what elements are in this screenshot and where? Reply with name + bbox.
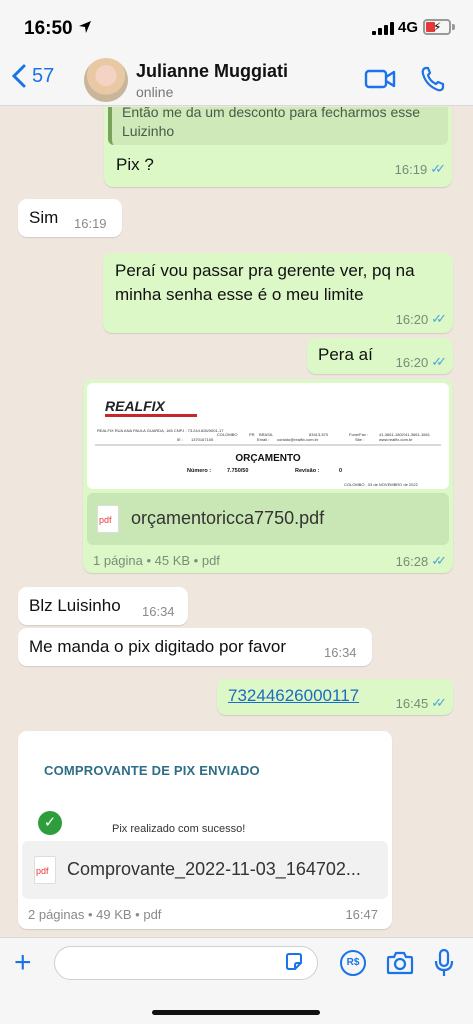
preview-ie: 1370167105 xyxy=(191,437,214,442)
video-call-icon[interactable] xyxy=(364,66,396,92)
preview-state: PR xyxy=(249,432,255,437)
message-time: 16:47 xyxy=(345,907,378,922)
pdf-preview[interactable]: REALFIX REALFIX RUA ANA PAULA GUARDA, 16… xyxy=(87,383,449,489)
message-time: 16:20 xyxy=(395,354,429,370)
message-bubble[interactable]: Então me da um desconto para fecharmos e… xyxy=(104,107,452,187)
preview-numero-label: Número : xyxy=(187,468,211,474)
message-time: 16:45 xyxy=(395,695,429,711)
microphone-icon[interactable] xyxy=(434,948,454,978)
message-bubble[interactable]: 73244626000117 16:45 ✓✓ xyxy=(217,679,453,715)
message-time: 16:34 xyxy=(142,604,175,619)
pdf-file-attachment[interactable]: pdf orçamentoricca7750.pdf xyxy=(87,493,449,545)
home-indicator xyxy=(152,1010,320,1015)
preview-email-label: Email : xyxy=(257,437,269,442)
preview-revisao-label: Revisão : xyxy=(295,468,320,474)
message-bubble[interactable]: Blz Luisinho 16:34 xyxy=(18,587,188,625)
checkmark-icon: ✓ xyxy=(38,811,62,835)
preview-site-label: Site : xyxy=(355,437,364,442)
contact-name[interactable]: Julianne Muggiati xyxy=(136,61,288,82)
sticker-icon[interactable] xyxy=(284,952,304,972)
receipt-success-text: Pix realizado com sucesso! xyxy=(112,823,246,835)
unread-count: 57 xyxy=(32,64,55,87)
message-text: Pix ? xyxy=(116,155,154,174)
status-bar: 16:50 4G ⚡ xyxy=(0,0,473,52)
battery-cap xyxy=(452,24,455,30)
battery-icon: ⚡ xyxy=(423,19,451,35)
pdf-message-bubble[interactable]: REALFIX REALFIX RUA ANA PAULA GUARDA, 16… xyxy=(83,379,453,573)
preview-ie-label: IE : xyxy=(177,437,183,442)
message-meta: 16:47 xyxy=(345,907,378,922)
payment-button[interactable]: R$ xyxy=(340,950,366,976)
message-time: 16:19 xyxy=(394,161,428,177)
message-bubble[interactable]: Pera aí 16:20 ✓✓ xyxy=(307,338,453,374)
message-meta: 16:20 ✓✓ xyxy=(395,311,447,327)
contact-status: online xyxy=(136,84,174,100)
preview-numero: 7.750/50 xyxy=(227,468,248,474)
back-button[interactable]: 57 xyxy=(12,64,54,88)
document-preview-image: REALFIX REALFIX RUA ANA PAULA GUARDA, 16… xyxy=(95,398,441,487)
pdf-file-attachment[interactable]: pdf Comprovante_2022-11-03_164702... xyxy=(22,841,388,899)
preview-email: contato@realfix.com.br xyxy=(277,437,319,442)
camera-icon[interactable] xyxy=(386,950,414,976)
message-time: 16:28 xyxy=(395,553,429,569)
message-text: Sim xyxy=(29,208,59,227)
phone-call-icon[interactable] xyxy=(420,65,446,93)
file-name: orçamentoricca7750.pdf xyxy=(131,508,325,528)
message-text: Me manda o pix digitado por favor xyxy=(29,637,287,656)
chat-header: 57 Julianne Muggiati online xyxy=(0,52,473,106)
pdf-preview[interactable]: COMPROVANTE DE PIX ENVIADO ✓ Pix realiza… xyxy=(22,735,388,839)
message-meta: 16:34 xyxy=(142,604,175,619)
chat-area[interactable]: Então me da um desconto para fecharmos e… xyxy=(0,107,473,937)
read-ticks-icon: ✓✓ xyxy=(431,311,447,326)
message-meta: 16:45 ✓✓ xyxy=(395,695,447,711)
quoted-message[interactable]: Então me da um desconto para fecharmos e… xyxy=(108,107,448,145)
read-ticks-icon: ✓✓ xyxy=(431,354,447,369)
preview-revisao: 0 xyxy=(339,468,342,474)
preview-company: REALFIX RUA ANA PAULA GUARDA, 165 CNPJ :… xyxy=(97,428,224,433)
read-ticks-icon: ✓✓ xyxy=(431,553,447,568)
read-ticks-icon: ✓✓ xyxy=(431,695,447,710)
message-bubble[interactable]: Sim 16:19 xyxy=(18,199,122,237)
status-time: 16:50 xyxy=(24,18,73,39)
chevron-left-icon xyxy=(12,64,26,88)
message-meta: 16:19 xyxy=(74,216,107,231)
message-meta: 16:20 ✓✓ xyxy=(395,354,447,370)
message-text: Blz Luisinho xyxy=(29,596,121,615)
message-input[interactable] xyxy=(54,946,318,980)
file-meta: 2 páginas • 49 KB • pdf xyxy=(28,907,162,922)
message-time: 16:20 xyxy=(395,311,429,327)
input-bar: + R$ xyxy=(0,937,473,1024)
message-bubble[interactable]: Me manda o pix digitado por favor 16:34 xyxy=(18,628,372,666)
preview-site: www.realfix.com.br xyxy=(379,437,413,442)
preview-date: COLOMBO , 03 de NOVEMBRO de 2022 xyxy=(344,482,419,487)
message-text: Peraí vou passar pra gerente ver, pq na … xyxy=(115,261,415,304)
file-meta: 1 página • 45 KB • pdf xyxy=(93,553,220,568)
pdf-file-icon: pdf xyxy=(97,505,119,533)
message-time: 16:34 xyxy=(324,645,357,660)
pdf-file-icon: pdf xyxy=(34,856,56,884)
message-text: Pera aí xyxy=(318,345,373,364)
message-meta: 16:28 ✓✓ xyxy=(395,553,447,569)
receipt-title: COMPROVANTE DE PIX ENVIADO xyxy=(44,763,260,778)
preview-logo: REALFIX xyxy=(105,398,167,414)
phone-number-link[interactable]: 73244626000117 xyxy=(228,684,359,708)
attach-plus-icon[interactable]: + xyxy=(14,948,32,978)
message-time: 16:19 xyxy=(74,216,107,231)
preview-city: COLOMBO xyxy=(217,432,237,437)
message-bubble[interactable]: Peraí vou passar pra gerente ver, pq na … xyxy=(103,253,453,333)
signal-strength-icon xyxy=(372,22,394,35)
avatar[interactable] xyxy=(84,58,128,102)
message-meta: 16:19 ✓✓ xyxy=(394,161,446,177)
location-arrow-icon xyxy=(79,21,91,33)
file-name: Comprovante_2022-11-03_164702... xyxy=(67,859,361,879)
preview-doc-title: ORÇAMENTO xyxy=(235,453,301,464)
network-type: 4G xyxy=(398,19,419,36)
message-meta: 16:34 xyxy=(324,645,357,660)
pdf-message-bubble[interactable]: COMPROVANTE DE PIX ENVIADO ✓ Pix realiza… xyxy=(18,731,392,929)
read-ticks-icon: ✓✓ xyxy=(430,161,446,176)
